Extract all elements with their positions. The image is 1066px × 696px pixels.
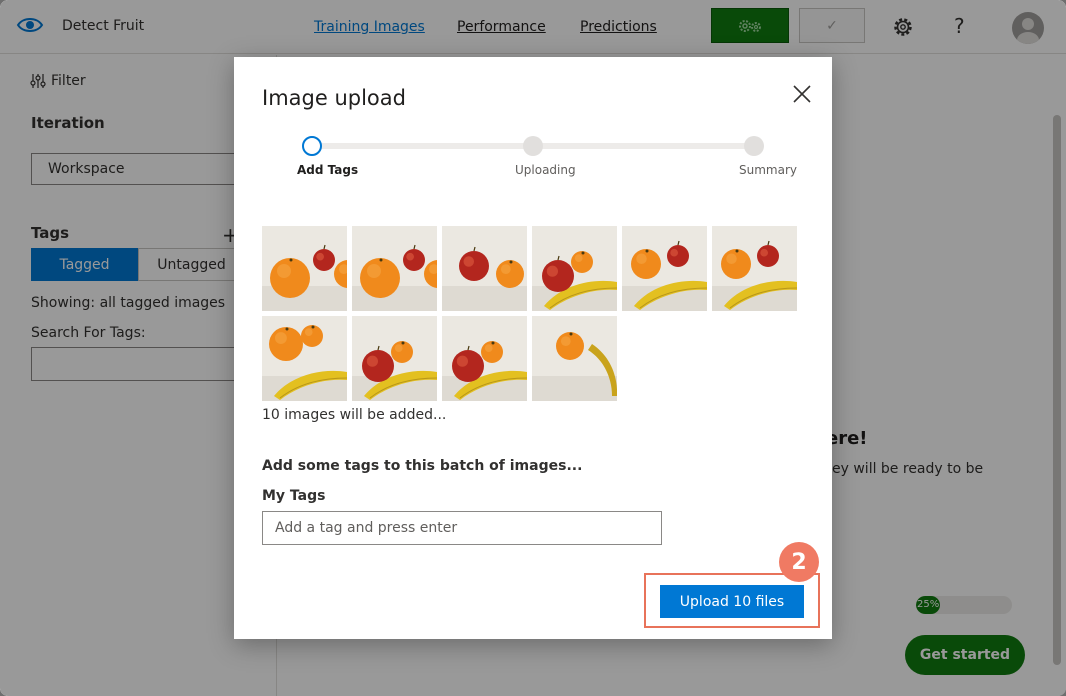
batch-tags-heading: Add some tags to this batch of images...: [262, 458, 583, 474]
dialog-title: Image upload: [262, 86, 406, 110]
image-thumbnail-apple-orange[interactable]: [442, 226, 527, 311]
step-label-add-tags: Add Tags: [297, 163, 359, 177]
my-tags-label: My Tags: [262, 488, 326, 504]
image-thumbnail-apple-orange-banana[interactable]: [532, 226, 617, 311]
step-dot-uploading: [523, 136, 543, 156]
upload-files-button[interactable]: Upload 10 files: [660, 585, 804, 618]
step-label-uploading: Uploading: [515, 163, 576, 177]
images-count-text: 10 images will be added...: [262, 407, 447, 423]
tag-input[interactable]: [262, 511, 662, 545]
step-label-summary: Summary: [739, 163, 797, 177]
image-thumbnail-orange-apple-banana[interactable]: [712, 226, 797, 311]
image-thumbnail-orange-apple-banana[interactable]: [622, 226, 707, 311]
image-upload-dialog: Image upload Add Tags Uploading Summary …: [234, 57, 832, 639]
image-thumbnail-orange-apple-orange[interactable]: [352, 226, 437, 311]
image-thumbnail-apple-orange-banana[interactable]: [442, 316, 527, 401]
step-number-badge: 2: [779, 542, 819, 582]
image-thumbnail-orange-banana[interactable]: [532, 316, 617, 401]
image-thumbnail-apple-orange-banana[interactable]: [352, 316, 437, 401]
close-icon[interactable]: [792, 84, 812, 104]
step-dot-add-tags: [302, 136, 322, 156]
image-thumbnail-orange-apple-orange[interactable]: [262, 226, 347, 311]
step-dot-summary: [744, 136, 764, 156]
image-thumbnail-orange-orange-banana[interactable]: [262, 316, 347, 401]
